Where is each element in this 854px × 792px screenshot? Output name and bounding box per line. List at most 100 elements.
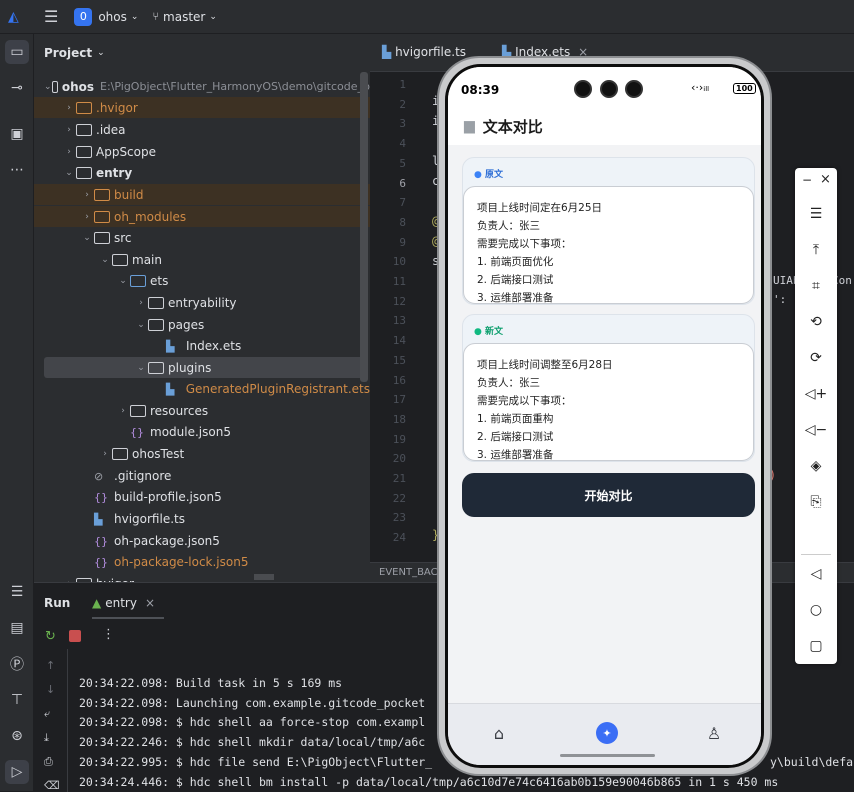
arrow-down-icon[interactable]: ↓ xyxy=(46,683,55,696)
terminal-grid-icon[interactable]: ▤ xyxy=(5,616,29,640)
menu-icon[interactable]: ☰ xyxy=(804,202,828,226)
tree-item[interactable]: ›hvigor xyxy=(34,573,370,582)
branch-icon: ⑂ xyxy=(152,10,160,23)
tree-item[interactable]: ⌄ pages xyxy=(34,314,370,335)
new-text-input[interactable]: 项目上线时间调整至6月28日 负责人：张三 需要完成以下事项： 1. 前端页面重… xyxy=(463,343,754,461)
close-icon[interactable]: × xyxy=(145,596,155,610)
crop-icon[interactable]: ⌗ xyxy=(804,274,828,298)
compass-icon[interactable]: ✦ xyxy=(596,722,618,744)
paren-fragment: ) xyxy=(770,468,775,482)
tree-label: oh-package-lock.json5 xyxy=(114,554,249,569)
stop-icon[interactable] xyxy=(69,630,81,642)
tree-item[interactable]: ⌄ plugins xyxy=(44,357,368,378)
tab-hvigorfile[interactable]: ▙ hvigorfile.ts xyxy=(382,45,466,59)
tree-item[interactable]: › entryability xyxy=(34,292,370,313)
tree-label: src xyxy=(114,230,132,245)
wrap-icon[interactable]: ⤶ xyxy=(44,707,50,721)
more-icon[interactable]: ⋯ xyxy=(5,158,29,182)
line-number: 1 xyxy=(399,78,406,91)
scroll-end-icon[interactable]: ⤓ xyxy=(44,731,49,745)
tree-item[interactable]: ▙ Index.ets xyxy=(34,335,370,356)
h-scrollbar[interactable] xyxy=(254,574,274,580)
screenshot-icon[interactable]: ⎘ xyxy=(804,490,828,514)
tree-item[interactable]: ▙ hvigorfile.ts xyxy=(34,508,370,529)
tree-item[interactable]: › AppScope xyxy=(34,141,370,162)
fold-icon[interactable]: ◈ xyxy=(804,454,828,478)
recent-apps-icon[interactable]: ▢ xyxy=(804,634,828,658)
back-icon[interactable]: ◁ xyxy=(804,562,828,586)
rotate-right-icon[interactable]: ⟳ xyxy=(804,346,828,370)
line-number: 17 xyxy=(392,393,406,407)
tree-item[interactable]: › ohosTest xyxy=(34,443,370,464)
label-text: 新文 xyxy=(485,327,504,337)
tab-index[interactable]: ▙ Index.ets × xyxy=(502,45,588,59)
line-number: 15 xyxy=(392,353,406,367)
home-circle-icon[interactable]: ○ xyxy=(804,598,828,622)
chevron-down-icon: ⌄ xyxy=(137,319,145,330)
chevron-right-icon: › xyxy=(85,189,89,200)
folder-icon xyxy=(148,361,164,374)
minimize-icon[interactable]: − xyxy=(802,173,812,187)
run-tab-entry[interactable]: ▲ entry × xyxy=(92,589,164,619)
services-icon[interactable]: ⊛ xyxy=(5,724,29,748)
file-icon: ▙ xyxy=(165,382,175,396)
tree-item[interactable]: {} build-profile.json5 xyxy=(34,486,370,507)
run-tab-label: entry xyxy=(105,596,137,610)
folder-icon xyxy=(76,101,92,114)
project-view-icon[interactable]: ▭ xyxy=(5,40,29,64)
text-line: 项目上线时间调整至6月28日 xyxy=(477,359,613,371)
tree-item[interactable]: › resources xyxy=(34,400,370,421)
new-label: ● 新文 xyxy=(474,324,503,337)
tree-item[interactable]: › .hvigor xyxy=(34,97,370,118)
tree-item[interactable]: {} oh-package.json5 xyxy=(34,530,370,551)
volume-up-icon[interactable]: ◁+ xyxy=(804,382,828,406)
print-icon[interactable]: ⎙ xyxy=(44,755,53,769)
trash-icon[interactable]: ⌫ xyxy=(44,779,60,792)
original-text-input[interactable]: 项目上线时间定在6月25日 负责人：张三 需要完成以下事项： 1. 前端页面优化… xyxy=(463,186,754,304)
person-icon[interactable]: ♙ xyxy=(703,722,725,744)
project-switcher[interactable]: 0 ohos ⌄ xyxy=(74,7,138,26)
arrow-up-icon[interactable]: ↑ xyxy=(46,659,55,672)
tree-item[interactable]: ⊘ .gitignore xyxy=(34,465,370,486)
build-icon[interactable]: ⊤ xyxy=(5,688,29,712)
run-tool-icon[interactable]: ▷ xyxy=(5,760,29,784)
file-icon: ▙ xyxy=(166,339,175,353)
tree-item[interactable]: ⌄ entry xyxy=(34,162,370,183)
tree-item[interactable]: › .idea xyxy=(34,119,370,140)
more-vertical-icon[interactable]: ⋮ xyxy=(102,627,115,642)
original-text-card: ● 原文 项目上线时间定在6月25日 负责人：张三 需要完成以下事项： 1. 前… xyxy=(462,157,755,305)
rotate-left-icon[interactable]: ⟲ xyxy=(804,310,828,334)
home-icon[interactable]: ⌂ xyxy=(488,722,510,744)
hamburger-icon[interactable]: ☰ xyxy=(44,7,58,26)
structure-icon[interactable]: ▣ xyxy=(5,122,29,146)
home-indicator xyxy=(560,754,655,757)
compare-button[interactable]: 开始对比 xyxy=(462,473,755,517)
volume-down-icon[interactable]: ◁− xyxy=(804,418,828,442)
project-panel-header[interactable]: Project ⌄ xyxy=(34,34,370,72)
profiler-icon[interactable]: Ⓟ xyxy=(5,652,29,676)
tree-item[interactable]: {} oh-package-lock.json5 xyxy=(34,551,370,572)
tree-item[interactable]: › build xyxy=(34,184,370,205)
tree-root-ohos[interactable]: ⌄ ohos E:\PigObject\Flutter_HarmonyOS\demo… xyxy=(34,76,370,97)
rerun-icon[interactable]: ↻ xyxy=(45,629,56,644)
commit-icon[interactable]: ⊸ xyxy=(5,76,29,100)
chevron-down-icon: ⌄ xyxy=(101,254,109,265)
close-icon[interactable]: × xyxy=(578,45,588,59)
chevron-right-icon: › xyxy=(67,102,71,113)
tree-item[interactable]: ⌄ main xyxy=(34,249,370,270)
tree-item[interactable]: ▙ GeneratedPluginRegistrant.ets xyxy=(34,378,370,399)
tree-item[interactable]: › oh_modules xyxy=(34,206,370,227)
close-icon[interactable]: × xyxy=(820,172,831,187)
pin-top-icon[interactable]: ⤒ xyxy=(804,238,828,262)
tree-item[interactable]: ⌄ src xyxy=(34,227,370,248)
dot-icon: ● xyxy=(474,327,482,337)
tree-item[interactable]: {} module.json5 xyxy=(34,421,370,442)
project-scrollbar[interactable] xyxy=(360,72,368,382)
branch-switcher[interactable]: ⑂ master ⌄ xyxy=(152,10,216,24)
todo-icon[interactable]: ☰ xyxy=(5,580,29,604)
tree-label: ets xyxy=(150,273,169,288)
entry-icon: ▲ xyxy=(92,596,102,610)
tree-path: E:\PigObject\Flutter_HarmonyOS\demo\gitc… xyxy=(100,80,370,93)
emulator-toolbar: − × ☰ ⤒ ⌗ ⟲ ⟳ ◁+ ◁− ◈ ⎘ ◁ ○ ▢ xyxy=(795,168,837,664)
tree-item[interactable]: ⌄ ets xyxy=(34,270,370,291)
